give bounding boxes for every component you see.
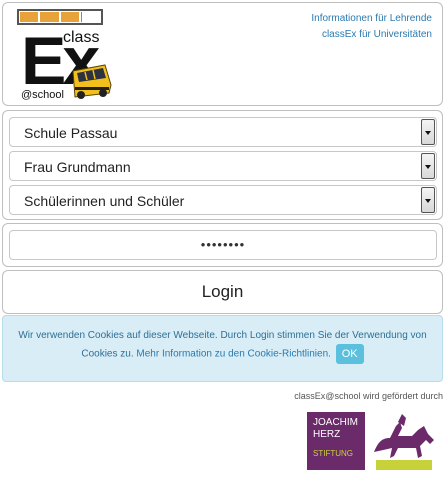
horse-rider-logo-icon[interactable]: [368, 412, 440, 472]
sponsor-logo-sub: STIFTUNG: [313, 449, 353, 458]
chevron-down-icon[interactable]: [421, 187, 435, 213]
teacher-select[interactable]: Frau Grundmann: [9, 151, 437, 181]
link-info-teachers[interactable]: Informationen für Lehrende: [311, 11, 432, 27]
logo-school-text: @school: [21, 89, 64, 101]
login-button-panel[interactable]: Login: [2, 270, 443, 314]
cookie-policy-link[interactable]: Mehr Information zu den Cookie-Richtlini…: [136, 349, 331, 360]
sponsor-logo-line-1: JOACHIM: [313, 417, 358, 428]
cookie-notice: Wir verwenden Cookies auf dieser Webseit…: [2, 315, 443, 382]
group-select[interactable]: Schülerinnen und Schüler: [9, 185, 437, 215]
classex-logo: Ex class @school: [17, 9, 117, 103]
sponsor-text: classEx@school wird gefördert durch: [294, 391, 443, 401]
logo-class-text: class: [63, 29, 100, 46]
selection-panel: Schule Passau Frau Grundmann Schülerinne…: [2, 110, 443, 220]
school-bus-icon: [72, 64, 112, 99]
link-universities[interactable]: classEx für Universitäten: [311, 27, 432, 43]
joachim-herz-stiftung-logo[interactable]: JOACHIM HERZ STIFTUNG: [307, 412, 365, 470]
sponsor-logo-line-2: HERZ: [313, 429, 341, 440]
header-panel: Ex class @school Informationen für Lehre…: [2, 2, 443, 106]
cookie-ok-button[interactable]: OK: [335, 344, 364, 364]
chevron-down-icon[interactable]: [421, 153, 435, 179]
school-select-value: Schule Passau: [24, 125, 118, 141]
login-button[interactable]: Login: [3, 271, 442, 313]
password-panel: ••••••••: [2, 223, 443, 267]
school-select[interactable]: Schule Passau: [9, 117, 437, 147]
group-select-value: Schülerinnen und Schüler: [24, 193, 185, 209]
chevron-down-icon[interactable]: [421, 119, 435, 145]
password-field[interactable]: ••••••••: [9, 230, 437, 260]
teacher-select-value: Frau Grundmann: [24, 159, 131, 175]
top-links: Informationen für Lehrende classEx für U…: [311, 11, 432, 43]
